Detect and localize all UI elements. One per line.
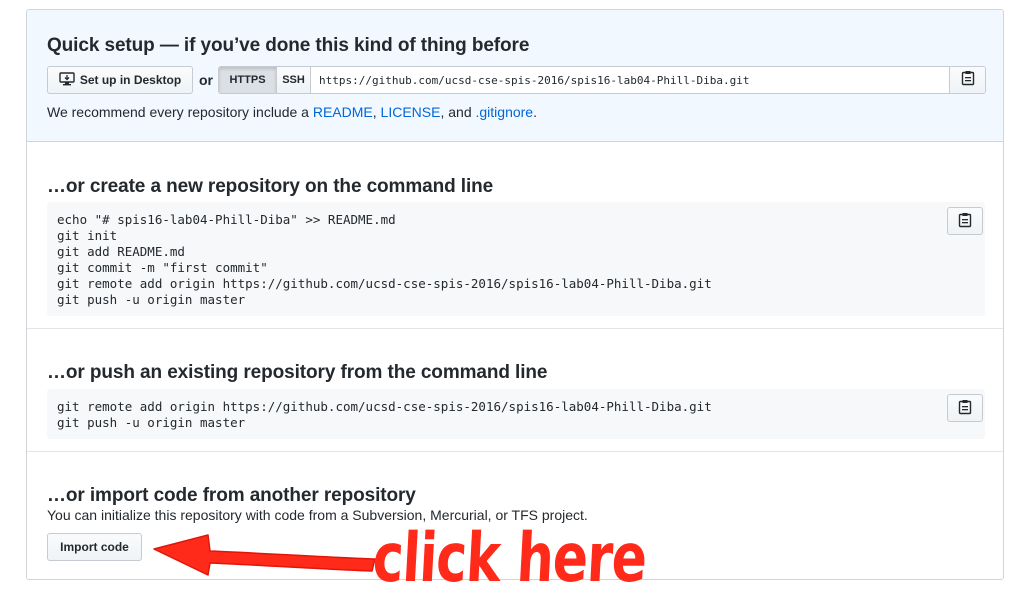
new-repo-code: echo "# spis16-lab04-Phill-Diba" >> READ… xyxy=(57,212,712,307)
recommend-sep-1: , xyxy=(372,104,381,120)
setup-in-desktop-button[interactable]: Set up in Desktop xyxy=(47,66,193,94)
quick-setup-title: Quick setup — if you’ve done this kind o… xyxy=(47,35,530,56)
clipboard-icon xyxy=(961,70,975,91)
copy-url-button[interactable] xyxy=(949,67,985,93)
click-here-annotation: click here xyxy=(370,520,649,598)
import-repo-title: …or import code from another repository xyxy=(47,485,416,506)
push-repo-title: …or push an existing repository from the… xyxy=(47,362,548,383)
clone-url-group: HTTPS SSH xyxy=(218,66,986,94)
new-repo-code-block: echo "# spis16-lab04-Phill-Diba" >> READ… xyxy=(47,202,985,316)
ssh-toggle[interactable]: SSH xyxy=(277,67,311,93)
or-label: or xyxy=(199,72,213,88)
copy-new-repo-button[interactable] xyxy=(947,207,983,235)
setup-in-desktop-label: Set up in Desktop xyxy=(79,73,182,87)
push-repo-code-block: git remote add origin https://github.com… xyxy=(47,389,985,439)
clone-url-input[interactable] xyxy=(311,67,941,93)
new-repo-section: …or create a new repository on the comma… xyxy=(27,142,1003,329)
recommend-prefix: We recommend every repository include a xyxy=(47,104,313,120)
import-code-button[interactable]: Import code xyxy=(47,533,142,561)
push-repo-code: git remote add origin https://github.com… xyxy=(57,399,712,430)
recommend-text: We recommend every repository include a … xyxy=(47,104,537,120)
recommend-sep-2: , and xyxy=(440,104,476,120)
quick-setup-section: Quick setup — if you’ve done this kind o… xyxy=(27,10,1003,142)
new-repo-title: …or create a new repository on the comma… xyxy=(47,176,494,197)
clipboard-icon xyxy=(958,212,972,231)
recommend-suffix: . xyxy=(533,104,537,120)
gitignore-link[interactable]: .gitignore xyxy=(476,104,534,120)
clipboard-icon xyxy=(958,399,972,418)
copy-push-repo-button[interactable] xyxy=(947,394,983,422)
repo-setup-panel: Quick setup — if you’ve done this kind o… xyxy=(26,9,1004,580)
license-link[interactable]: LICENSE xyxy=(381,104,441,120)
push-repo-section: …or push an existing repository from the… xyxy=(27,329,1003,452)
desktop-icon xyxy=(59,71,75,89)
https-toggle[interactable]: HTTPS xyxy=(219,67,277,93)
readme-link[interactable]: README xyxy=(313,104,373,120)
